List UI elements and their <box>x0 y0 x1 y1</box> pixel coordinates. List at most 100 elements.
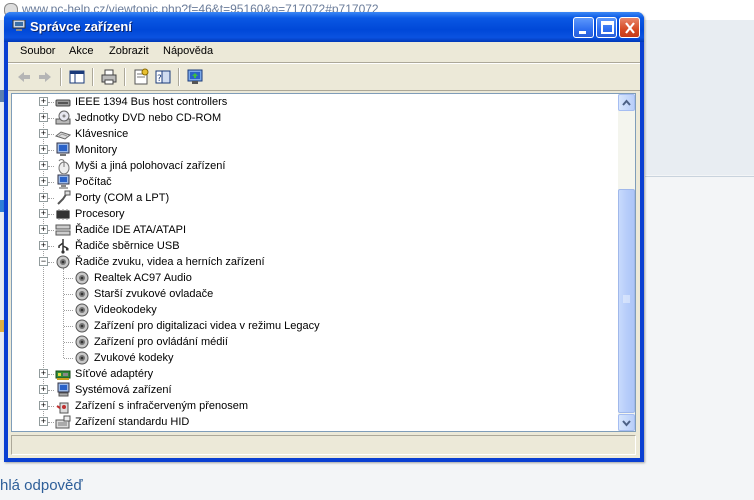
menu-zobrazit[interactable]: Zobrazit <box>108 45 150 57</box>
menu-bar: Soubor Akce Zobrazit Nápověda <box>8 42 640 62</box>
scroll-thumb[interactable] <box>618 189 635 413</box>
tree-category[interactable]: Jednotky DVD nebo CD-ROM <box>55 110 221 126</box>
forward-icon <box>39 72 51 82</box>
toolbar: ? <box>8 64 640 90</box>
toolbar-separator <box>124 68 126 86</box>
tree-item-label: Zvukové kodeky <box>94 352 174 364</box>
title-bar[interactable]: Správce zařízení <box>4 12 644 42</box>
tree-category[interactable]: Myši a jiná polohovací zařízení <box>55 158 226 175</box>
background-reply-link[interactable]: hlá odpověď <box>0 477 83 494</box>
minimize-button[interactable] <box>573 17 594 38</box>
close-button[interactable] <box>619 17 640 38</box>
properties-button[interactable] <box>131 67 151 87</box>
scroll-up-button[interactable] <box>618 94 635 111</box>
tree-item-label: Počítač <box>75 176 112 188</box>
tree-category[interactable]: Zařízení standardu HID <box>55 414 189 430</box>
update-driver-button[interactable] <box>185 67 205 87</box>
tree-item-label: Řadiče zvuku, videa a herních zařízení <box>75 256 265 268</box>
chevron-up-icon <box>622 99 631 106</box>
tree-item-label: Síťové adaptéry <box>75 368 154 380</box>
tree-item-label: Zařízení standardu HID <box>75 416 190 428</box>
svg-text:?: ? <box>157 74 162 84</box>
tree-item-label: Starší zvukové ovladače <box>94 288 214 300</box>
expand-toggle[interactable]: + <box>39 193 48 202</box>
tree-device[interactable]: Realtek AC97 Audio <box>74 270 192 286</box>
tree-device[interactable]: Videokodeky <box>74 302 157 318</box>
tree-device[interactable]: Zvukové kodeky <box>74 350 173 366</box>
menu-napoveda[interactable]: Nápověda <box>162 45 214 57</box>
expand-toggle[interactable]: + <box>39 369 48 378</box>
help-button[interactable]: ? <box>153 67 173 87</box>
tree-branch-line <box>63 268 64 358</box>
tree-item-label: Realtek AC97 Audio <box>94 272 192 284</box>
forward-button[interactable] <box>35 67 55 87</box>
expand-toggle[interactable]: + <box>39 129 48 138</box>
sound-icon <box>74 350 90 366</box>
hid-icon <box>55 414 71 430</box>
expand-toggle[interactable]: + <box>39 209 48 218</box>
tree-connector <box>64 326 73 327</box>
expand-toggle[interactable]: + <box>39 145 48 154</box>
toolbar-separator <box>92 68 94 86</box>
back-button[interactable] <box>14 67 34 87</box>
tree-category[interactable]: Zařízení s infračerveným přenosem <box>55 398 248 414</box>
sound-icon <box>74 302 90 318</box>
port-icon <box>55 190 71 206</box>
expand-toggle[interactable]: + <box>39 385 48 394</box>
background-divider <box>645 176 754 177</box>
device-tree[interactable]: IEEE 1394 Bus host controllers + Jednotky … <box>11 93 636 432</box>
toolbar-separator-line <box>8 90 640 91</box>
tree-item-label: Systémová zařízení <box>75 384 172 396</box>
expand-toggle[interactable]: + <box>39 401 48 410</box>
expand-toggle[interactable]: + <box>39 417 48 426</box>
tree-connector <box>48 214 54 215</box>
collapse-toggle[interactable]: − <box>39 257 48 266</box>
properties-icon <box>134 68 149 85</box>
tree-category[interactable]: Počítač <box>55 174 112 190</box>
update-driver-icon <box>187 69 203 84</box>
expand-toggle[interactable]: + <box>39 177 48 186</box>
tree-category[interactable]: Řadiče zvuku, videa a herních zařízení <box>55 254 265 270</box>
tree-category[interactable]: Řadiče IDE ATA/ATAPI <box>55 222 186 238</box>
tree-category[interactable]: Klávesnice <box>54 126 128 142</box>
show-hide-tree-button[interactable] <box>67 67 87 87</box>
tree-item-label: Myši a jiná polohovací zařízení <box>75 160 226 172</box>
tree-connector <box>48 150 54 151</box>
vertical-scrollbar[interactable] <box>618 94 635 431</box>
tree-category[interactable]: Procesory <box>55 206 125 222</box>
expand-toggle[interactable]: + <box>39 161 48 170</box>
keyboard-icon <box>54 126 72 142</box>
device-manager-window: Správce zařízení Soubor Akce Zobrazit Ná… <box>4 12 644 462</box>
tree-connector <box>48 182 54 183</box>
grip-icon <box>623 295 630 303</box>
expand-toggle[interactable]: + <box>39 97 48 106</box>
menu-akce[interactable]: Akce <box>68 45 94 57</box>
tree-category[interactable]: Systémová zařízení <box>55 382 172 398</box>
maximize-button[interactable] <box>596 17 617 38</box>
tree-category[interactable]: Porty (COM a LPT) <box>55 190 169 206</box>
tree-category[interactable]: IEEE 1394 Bus host controllers <box>55 94 227 110</box>
close-icon <box>625 22 635 34</box>
tree-device[interactable]: Zařízení pro digitalizaci videa v režimu… <box>74 318 320 334</box>
maximize-icon <box>601 21 614 34</box>
tree-device[interactable]: Zařízení pro ovládání médií <box>74 334 228 350</box>
scroll-down-button[interactable] <box>618 414 635 431</box>
expand-toggle[interactable]: + <box>39 241 48 250</box>
tree-item-label: Porty (COM a LPT) <box>75 192 170 204</box>
expand-toggle[interactable]: + <box>39 113 48 122</box>
menu-soubor[interactable]: Soubor <box>19 45 56 57</box>
tree-category[interactable]: Řadiče sběrnice USB <box>55 238 180 254</box>
expand-toggle[interactable]: + <box>39 225 48 234</box>
tree-device[interactable]: Starší zvukové ovladače <box>74 286 213 302</box>
tree-category[interactable]: Monitory <box>55 142 117 158</box>
status-bar <box>11 435 636 455</box>
tree-item-label: Jednotky DVD nebo CD-ROM <box>75 112 222 124</box>
cdrom-icon <box>55 110 71 126</box>
monitor-icon <box>55 142 71 158</box>
window-title: Správce zařízení <box>30 19 132 34</box>
processor-icon <box>55 206 71 222</box>
background-right-panel <box>645 20 754 175</box>
toolbar-separator <box>178 68 180 86</box>
tree-category[interactable]: Síťové adaptéry <box>55 366 153 382</box>
print-button[interactable] <box>99 67 119 87</box>
